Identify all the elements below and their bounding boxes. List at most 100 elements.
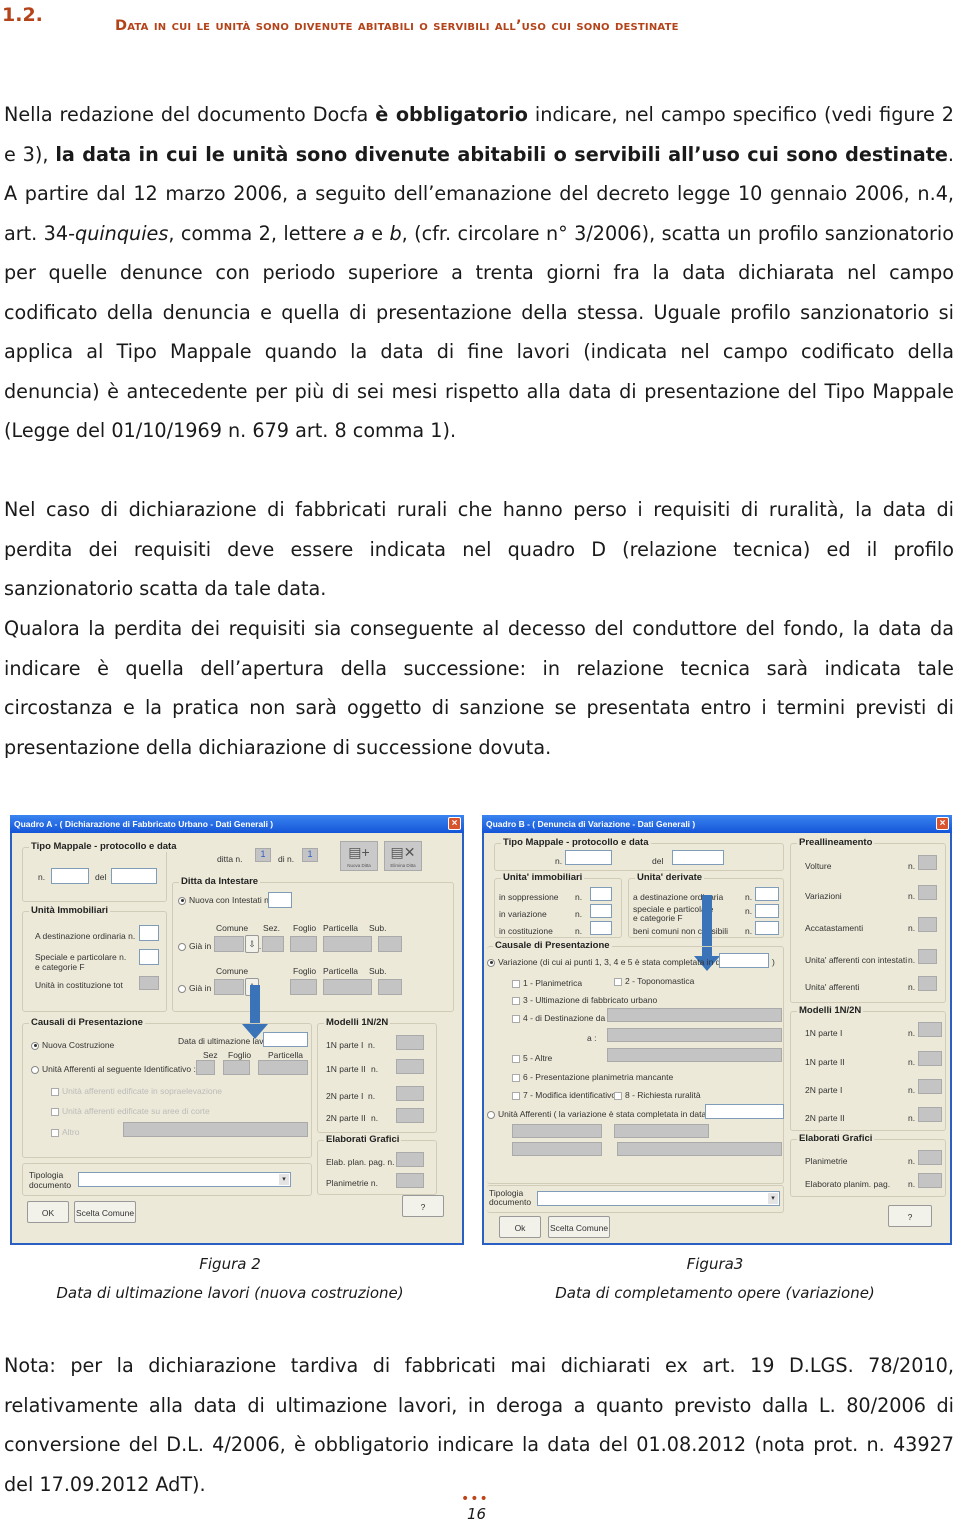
tipo-mappale-del-input[interactable] (111, 868, 157, 884)
ceu-comune-field (214, 936, 244, 952)
figure2-caption-title: Figura 2 (199, 1255, 261, 1273)
data-ultimazione-lavori-input[interactable] (263, 1032, 308, 1047)
planimetrie-field (918, 1150, 942, 1165)
ordinaria-n-input[interactable] (139, 925, 159, 941)
ditta-n-field: 1 (255, 848, 271, 862)
tipo-mappale-del-input[interactable] (672, 850, 724, 865)
group-elaborati: Elaborati Grafici Elab. plan. pag. n. Pl… (317, 1134, 437, 1195)
arrow-indicator (242, 985, 268, 1039)
checkbox-icon (512, 1054, 520, 1063)
elimina-ditta-button[interactable]: ▤✕ Elimina Ditta (384, 841, 422, 871)
modello-1n-parte1-field (396, 1035, 424, 1050)
checkbox-icon (512, 996, 520, 1005)
modello-2n-parte2-field (918, 1107, 942, 1122)
radio-nuova-intestati[interactable]: Nuova con Intestati n. (178, 895, 271, 905)
checkbox-richiesta-ruralita[interactable]: 8 - Richiesta ruralità (614, 1090, 701, 1100)
ok-button[interactable]: Ok (499, 1216, 541, 1238)
section-title: Data in cui le unità sono divenute abita… (115, 18, 679, 34)
paragraph-nota: Nota: per la dichiarazione tardiva di fa… (4, 1354, 954, 1496)
radio-icon (31, 1041, 39, 1050)
destinazione-a-field (607, 1028, 782, 1042)
ceu-sez-field (262, 936, 284, 952)
variazione-n-input[interactable] (590, 904, 612, 918)
elaborato-planim-field (918, 1173, 942, 1188)
intestati-n-input[interactable] (268, 892, 292, 908)
footer-dots-decoration: ••• (461, 1491, 489, 1507)
figure3-caption-title: Figura3 (686, 1255, 744, 1273)
group-ditta-intestare: Ditta da Intestare Nuova con Intestati n… (172, 876, 454, 1012)
checkbox-planimetria-mancante[interactable]: 6 - Presentazione planimetria mancante (512, 1072, 673, 1082)
section-number: 1.2. (2, 4, 43, 26)
elab-plan-pag-field (396, 1152, 424, 1167)
costituzione-tot-field (139, 976, 159, 990)
ordinaria-n-input[interactable] (755, 887, 779, 901)
checkbox-icon (51, 1087, 59, 1096)
tipo-mappale-n-input[interactable] (51, 868, 89, 884)
speciale-n-input[interactable] (139, 949, 159, 965)
help-button[interactable]: ? (402, 1195, 444, 1217)
figure3-window: Quadro B - ( Denuncia di Variazione - Da… (482, 815, 952, 1245)
checkbox-ultimazione[interactable]: 3 - Ultimazione di fabbricato urbano (512, 995, 657, 1005)
close-icon[interactable]: × (936, 817, 949, 830)
tipo-mappale-n-input[interactable] (565, 850, 612, 865)
help-button[interactable]: ? (888, 1205, 932, 1227)
volture-field (918, 855, 937, 870)
speciale-n-input[interactable] (755, 904, 779, 918)
checkbox-icon (51, 1128, 59, 1137)
beni-comuni-n-input[interactable] (755, 921, 779, 935)
ceu-foglio-field (290, 936, 317, 952)
tipologia-documento-select[interactable]: ▾ (78, 1172, 291, 1187)
soppressione-n-input[interactable] (590, 887, 612, 901)
di-n-field: 1 (302, 848, 318, 862)
chevron-down-icon: ▾ (768, 1193, 778, 1204)
group-tipo-mappale: Tipo Mappale - protocollo e data n. del (494, 837, 784, 871)
paragraph-fabbricati-rurali: Nel caso di dichiarazione di fabbricati … (4, 498, 954, 600)
checkbox-destinazione[interactable]: 4 - di Destinazione da : (512, 1013, 610, 1023)
emphasis-data: la data in cui le unità sono divenute ab… (55, 142, 948, 166)
tipologia-documento-select[interactable]: ▾ (537, 1191, 780, 1206)
afferenti-foglio-field (223, 1060, 250, 1075)
afferenti-field (918, 976, 937, 991)
checkbox-altre[interactable]: 5 - Altre (512, 1053, 552, 1063)
emphasis-obbligatorio: è obbligatorio (375, 103, 528, 126)
nuova-ditta-button[interactable]: ▤+ Nuova Ditta (340, 841, 378, 871)
radio-unita-afferenti[interactable]: Unità Afferenti ( la variazione è stata … (487, 1109, 706, 1119)
disabled-field (617, 1142, 782, 1156)
ceu-particella-field (323, 936, 372, 952)
figure2-caption-desc: Data di ultimazione lavori (nuova costru… (56, 1284, 404, 1302)
checkbox-icon (51, 1107, 59, 1116)
ct-particella-field (323, 979, 372, 995)
checkbox-corte[interactable]: Unità afferenti edificate su aree di cor… (51, 1106, 210, 1116)
group-tipologia: Tipologia documento ▾ (22, 1163, 312, 1196)
modello-1n-parte2-field (918, 1051, 942, 1066)
checkbox-altro[interactable]: Altro (51, 1127, 79, 1137)
paragraph-obbligo-data: Nella redazione del documento Docfa è ob… (4, 103, 954, 442)
group-unita-immobiliari: Unità Immobiliari A destinazione ordinar… (22, 905, 167, 1012)
radio-variazione[interactable]: Variazione (di cui ai punti 1, 3, 4 e 5 … (487, 957, 732, 967)
radio-unita-afferenti[interactable]: Unità Afferenti al seguente Identificati… (31, 1064, 196, 1074)
radio-icon (487, 1110, 495, 1119)
scelta-comune-button[interactable]: Scelta Comune (74, 1201, 136, 1223)
modello-2n-parte1-field (918, 1079, 942, 1094)
data-completamento-afferenti-input[interactable] (705, 1104, 784, 1119)
checkbox-toponomastica[interactable]: 2 - Toponomastica (614, 976, 694, 986)
checkbox-planimetrica[interactable]: 1 - Planimetrica (512, 978, 582, 988)
scelta-comune-button[interactable]: Scelta Comune (548, 1216, 610, 1238)
checkbox-modifica-identificativo[interactable]: 7 - Modifica identificativo (512, 1090, 616, 1100)
figure3-titlebar: Quadro B - ( Denuncia di Variazione - Da… (482, 815, 952, 833)
ok-button[interactable]: OK (27, 1201, 69, 1223)
close-icon[interactable]: × (448, 817, 461, 830)
radio-icon (487, 958, 495, 967)
afferenti-particella-field (258, 1060, 308, 1075)
document-add-icon: ▤+ (348, 844, 370, 860)
radio-nuova-costruzione[interactable]: Nuova Costruzione (31, 1040, 114, 1050)
figure2-titlebar: Quadro A - ( Dichiarazione di Fabbricato… (10, 815, 464, 833)
checkbox-sopraelevazione[interactable]: Unità afferenti edificate in sopraelevaz… (51, 1086, 222, 1096)
ceu-lookup-button[interactable]: ⇩ (245, 935, 259, 953)
paragraph-decesso-conduttore: Qualora la perdita dei requisiti sia con… (4, 617, 954, 759)
checkbox-icon (614, 977, 622, 986)
afferenti-sez-field (196, 1060, 215, 1075)
data-completamento-variazione-input[interactable] (719, 953, 769, 968)
costituzione-n-input[interactable] (590, 921, 612, 935)
modello-2n-parte2-field (396, 1108, 424, 1123)
